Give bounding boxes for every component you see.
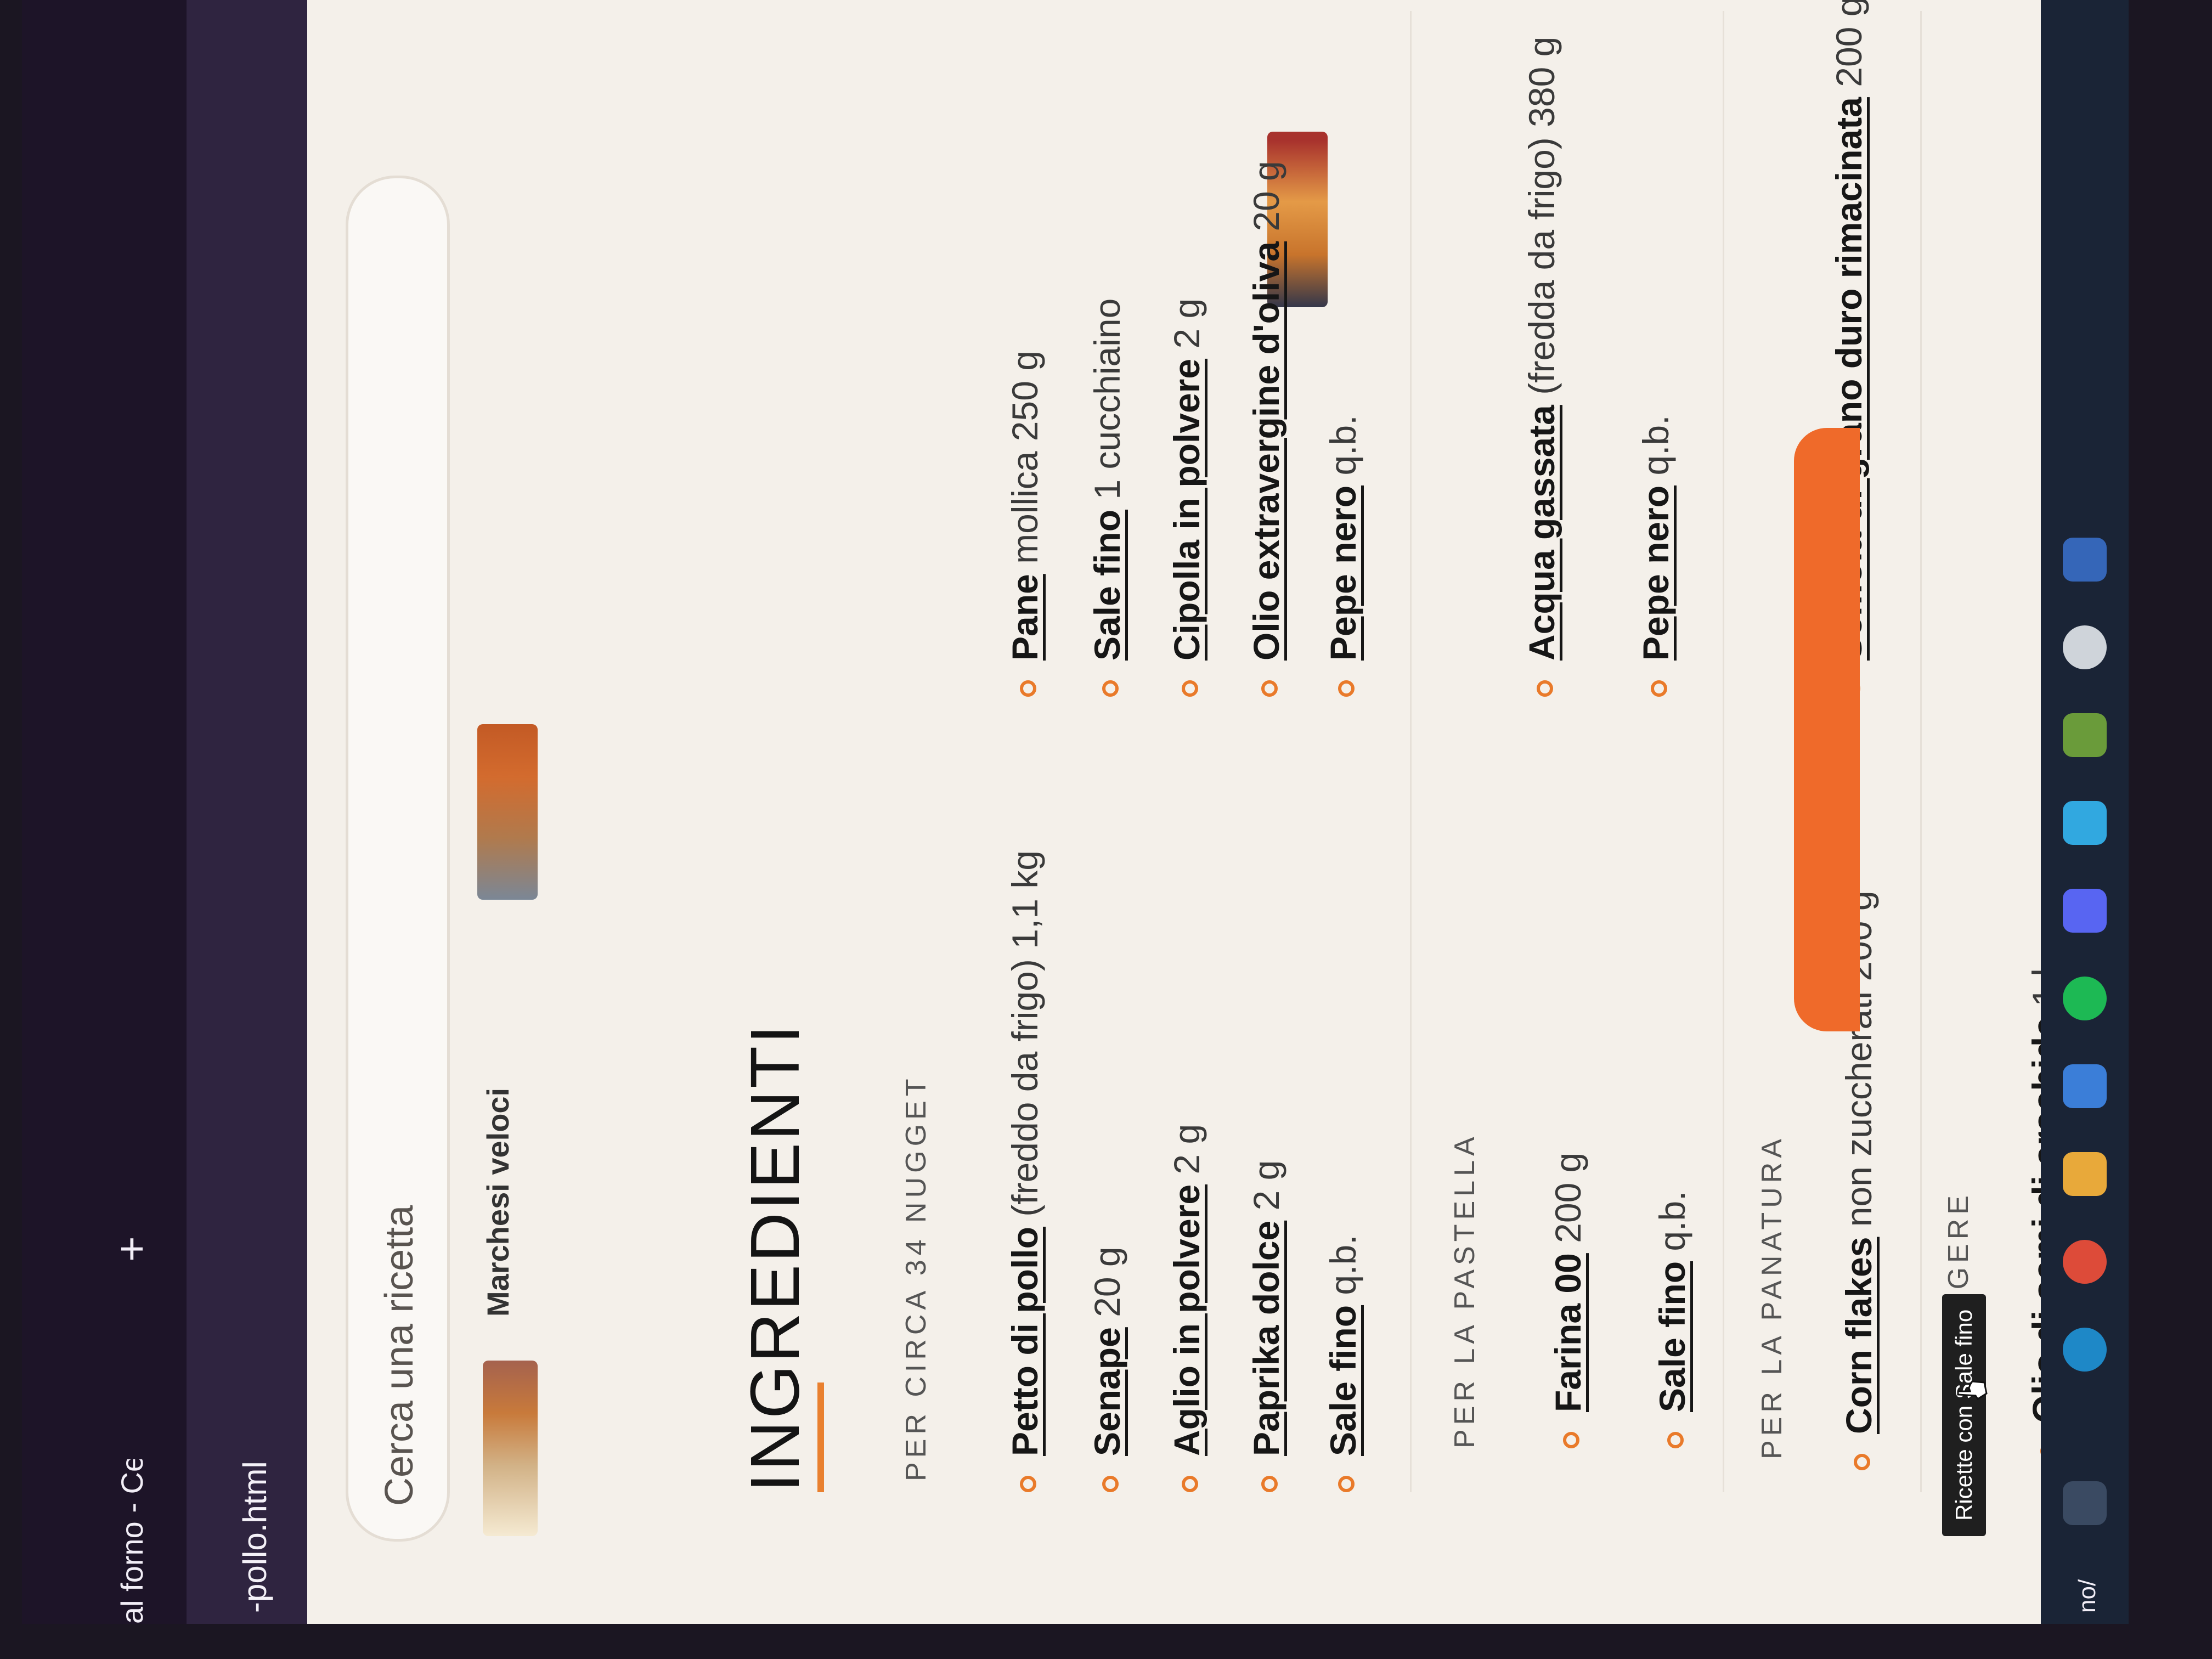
title-accent-line: [817, 1383, 824, 1492]
tooltip: Ricette con Sale fino: [1942, 1294, 1986, 1536]
task-view-icon[interactable]: [2063, 1481, 2107, 1525]
bullet-icon: [1667, 1432, 1684, 1448]
list-item: Olio extravergine d'oliva 20 g: [1245, 161, 1287, 697]
list-item: Pane mollica 250 g: [1004, 351, 1046, 697]
bullet-icon: [1181, 1476, 1198, 1492]
ingredient-link[interactable]: Cipolla in polvere: [1166, 359, 1207, 661]
discord-icon[interactable]: [2063, 889, 2107, 933]
bullet-icon: [1536, 680, 1553, 697]
ingredient-link[interactable]: Paprika dolce: [1246, 1221, 1286, 1456]
ingredient-link[interactable]: Senape: [1087, 1327, 1127, 1456]
list-item: Senape 20 g: [1086, 1246, 1128, 1492]
floating-action-bar[interactable]: [1794, 428, 1860, 1031]
ingredient-link[interactable]: Pepe nero: [1635, 486, 1676, 661]
list-item: Sale fino 1 cucchiaino: [1086, 298, 1128, 697]
list-item: Acqua gassata (fredda da frigo) 380 g: [1520, 0, 1564, 697]
list-item: Petto di pollo (freddo da frigo) 1,1 kg: [1004, 850, 1046, 1492]
bullet-icon: [1650, 680, 1667, 697]
ingredient-link[interactable]: Corn flakes: [1838, 1237, 1879, 1434]
list-item: Aglio in polvere 2 g: [1166, 1124, 1207, 1492]
ingredient-link[interactable]: Sale fino: [1652, 1261, 1692, 1412]
spotify-icon[interactable]: [2063, 977, 2107, 1020]
section-heading: PER LA PANATURA: [1756, 1135, 1788, 1459]
section-heading: PER LA PASTELLA: [1449, 1132, 1481, 1448]
bullet-icon: [1181, 680, 1198, 697]
bullet-icon: [1562, 1432, 1579, 1448]
tab-title: al forno - Cerca: [114, 1459, 149, 1624]
hand-cursor-icon: [1957, 1380, 1988, 1401]
status-url: no/: [2074, 1579, 2101, 1613]
file-explorer-icon[interactable]: [2063, 1152, 2107, 1196]
list-item: Paprika dolce 2 g: [1245, 1160, 1287, 1492]
related-recipe-title[interactable]: Marchesi veloci: [480, 1088, 516, 1317]
ingredient-link[interactable]: Sale fino: [1087, 510, 1127, 661]
plus-icon[interactable]: +: [107, 1236, 156, 1262]
ingredient-link[interactable]: Farina 00: [1548, 1253, 1588, 1412]
related-recipe-thumbnail[interactable]: [483, 1361, 538, 1536]
ingredient-link[interactable]: Aglio in polvere: [1166, 1184, 1207, 1456]
bullet-icon: [1853, 1454, 1870, 1470]
browser-tab[interactable]: al forno - Cerca ✕: [110, 1459, 154, 1624]
minecraft-icon[interactable]: [2063, 713, 2107, 757]
drive-icon[interactable]: [2063, 1064, 2107, 1108]
list-item: Sale fino q.b.: [1651, 1191, 1693, 1448]
list-item: Pepe nero q.b.: [1635, 415, 1677, 697]
section-heading: PER CIRCA 34 NUGGET: [900, 1074, 932, 1481]
bullet-icon: [1261, 680, 1278, 697]
list-item: Pepe nero q.b.: [1322, 415, 1364, 697]
list-item: Cipolla in polvere 2 g: [1166, 298, 1207, 697]
divider: [1723, 11, 1724, 1492]
ingredients-title: INGREDIENTI: [736, 1022, 814, 1492]
divider: [1920, 11, 1922, 1492]
ingredient-link[interactable]: Acqua gassata: [1521, 405, 1562, 661]
list-item: Sale fino q.b.: [1322, 1235, 1364, 1492]
edge-icon[interactable]: [2063, 1328, 2107, 1372]
ingredient-link[interactable]: Petto di pollo: [1005, 1227, 1045, 1456]
ingredient-link[interactable]: Olio extravergine d'oliva: [1246, 241, 1286, 661]
taskbar: [2041, 0, 2129, 1624]
divider: [1410, 11, 1412, 1492]
search-input[interactable]: Cerca una ricetta: [346, 176, 450, 1542]
chrome-profile-icon[interactable]: [2063, 538, 2107, 582]
app-icon[interactable]: [2063, 801, 2107, 845]
search-placeholder: Cerca una ricetta: [377, 1205, 421, 1506]
bullet-icon: [1338, 1476, 1355, 1492]
bullet-icon: [1019, 1476, 1036, 1492]
steam-icon[interactable]: [2063, 625, 2107, 669]
bullet-icon: [1102, 680, 1119, 697]
ingredient-link[interactable]: Pepe nero: [1323, 486, 1363, 661]
bullet-icon: [1261, 1476, 1278, 1492]
bullet-icon: [1102, 1476, 1119, 1492]
address-bar[interactable]: [187, 0, 318, 1624]
ingredient-link[interactable]: Pane: [1005, 574, 1045, 661]
url-text[interactable]: -pollo.html: [236, 1461, 274, 1613]
tab-bar: al forno - Cerca ✕ +: [22, 0, 187, 1624]
bullet-icon: [1338, 680, 1355, 697]
chrome-icon[interactable]: [2063, 1240, 2107, 1284]
monitor-screen: al forno - Cerca ✕ + -pollo.html Cerca u…: [22, 0, 2129, 1624]
browser-window: al forno - Cerca ✕ + -pollo.html Cerca u…: [22, 0, 2129, 1624]
list-item: Farina 00 200 g: [1547, 1153, 1589, 1448]
bullet-icon: [1019, 680, 1036, 697]
related-recipe-thumbnail[interactable]: [477, 724, 538, 900]
ingredient-link[interactable]: Sale fino: [1323, 1305, 1363, 1456]
